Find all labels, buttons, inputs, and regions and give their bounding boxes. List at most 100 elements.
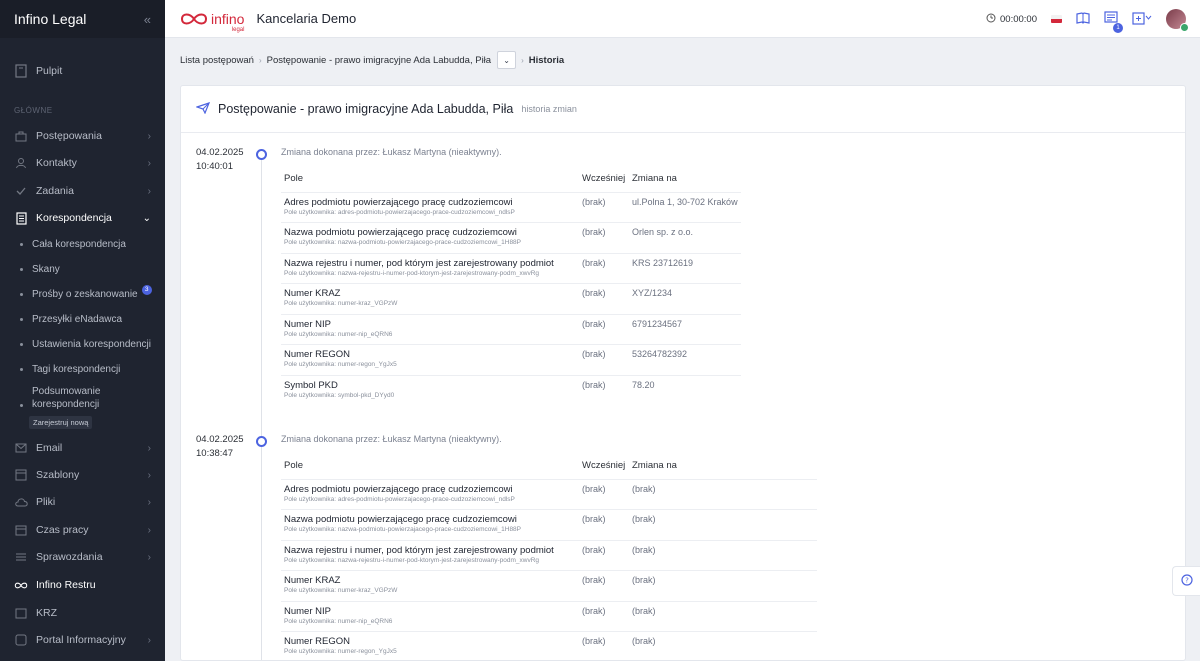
- sidebar-subitem[interactable]: Prośby o zeskanowanie 3: [20, 284, 152, 300]
- field-key: Pole użytkownika: nazwa-rejestru-i-numer…: [284, 556, 540, 564]
- breadcrumb-item-list[interactable]: Lista postępowań: [180, 55, 254, 66]
- sidebar-subitem-label: Ustawienia korespondencji: [32, 339, 151, 350]
- user-avatar[interactable]: [1166, 9, 1189, 32]
- entry-date: 04.02.2025: [196, 147, 244, 158]
- value-before: (brak): [579, 570, 629, 601]
- infino-logo[interactable]: infino legal: [179, 10, 245, 33]
- value-after: XYZ/1234: [629, 283, 741, 314]
- sidebar-subitem[interactable]: Podsumowanie korespondencji: [20, 385, 142, 411]
- breadcrumb-item-case[interactable]: Postępowanie - prawo imigracyjne Ada Lab…: [267, 55, 491, 66]
- polish-flag-icon[interactable]: [1051, 15, 1062, 23]
- sidebar-subitem[interactable]: Skany: [20, 264, 60, 275]
- column-header-field: Pole: [284, 173, 304, 185]
- sidebar-item-label: Infino Restru: [36, 579, 96, 591]
- sidebar-item-pulpit[interactable]: Pulpit: [0, 58, 165, 84]
- sidebar-item-pliki[interactable]: Pliki ›: [0, 489, 165, 515]
- value-after: 6791234567: [629, 313, 741, 345]
- sidebar-item-label: Szablony: [36, 469, 80, 481]
- sidebar-item-portal-informacyjny[interactable]: Portal Informacyjny ›: [0, 627, 165, 653]
- timeline-line: [261, 156, 262, 660]
- field-name: Numer KRAZ: [284, 288, 341, 299]
- table-row: Numer KRAZ Pole użytkownika: numer-kraz_V…: [281, 283, 741, 314]
- help-button[interactable]: ?: [1172, 566, 1200, 596]
- field-name: Numer NIP: [284, 605, 331, 617]
- entry-time: 10:38:47: [196, 448, 233, 459]
- breadcrumb-separator-icon: ›: [521, 55, 524, 65]
- field-key: Pole użytkownika: nazwa-podmiotu-powierz…: [284, 526, 522, 533]
- sidebar-subitem[interactable]: Tagi korespondencji: [20, 364, 120, 375]
- chevron-right-icon: ›: [147, 634, 151, 646]
- work-timer[interactable]: 00:00:00: [986, 13, 1037, 26]
- chevron-right-icon: ›: [147, 524, 151, 536]
- sidebar-subitem[interactable]: Cała korespondencja: [20, 239, 126, 250]
- table-row: Numer REGON Pole użytkownika: numer-regon…: [281, 631, 817, 660]
- sidebar-item-label: Pulpit: [36, 65, 63, 77]
- field-key: Pole użytkownika: numer-kraz_VGPzW: [284, 587, 398, 594]
- sidebar-item-label: Postępowania: [36, 130, 102, 142]
- value-after: (brak): [629, 570, 817, 601]
- chevron-down-icon: ⌄: [503, 55, 510, 65]
- sidebar-subitem-label: Prośby o zeskanowanie: [32, 289, 138, 300]
- table-row: Nazwa podmiotu powierzającego pracę cudz…: [281, 222, 741, 253]
- chevron-right-icon: ›: [147, 185, 151, 197]
- sidebar-item-korespondencja[interactable]: Korespondencja ⌄: [0, 205, 165, 231]
- field-key: Pole użytkownika: symbol-pkd_DYyd0: [284, 391, 395, 399]
- entry-datetime: 04.02.2025 10:38:47: [196, 433, 244, 461]
- template-icon: [14, 468, 28, 482]
- breadcrumb-separator-icon: ›: [258, 55, 262, 65]
- value-before: (brak): [579, 252, 629, 284]
- field-cell: Numer REGON Pole użytkownika: numer-regon…: [281, 344, 579, 375]
- logo-text: infino: [211, 10, 245, 27]
- sidebar-item-czas-pracy[interactable]: Czas pracy ›: [0, 517, 165, 543]
- field-key: Pole użytkownika: numer-nip_eQRN6: [284, 330, 393, 338]
- field-name: Numer REGON: [284, 349, 350, 360]
- sidebar-subitem-label: Cała korespondencja: [32, 239, 126, 250]
- sidebar-item-label: Pliki: [36, 496, 56, 508]
- chevron-right-icon: ›: [147, 469, 151, 481]
- sidebar-item-infino-restru[interactable]: Infino Restru: [0, 572, 165, 598]
- field-cell: Numer NIP Pole użytkownika: numer-nip_eQR…: [281, 313, 579, 345]
- report-icon: [14, 550, 28, 564]
- field-name: Numer REGON: [284, 636, 350, 647]
- page-title: Postępowanie - prawo imigracyjne Ada Lab…: [218, 102, 514, 116]
- brand-name: Infino Legal: [14, 11, 87, 27]
- dashboard-icon: [14, 64, 28, 78]
- notes-icon[interactable]: 1: [1104, 10, 1123, 33]
- book-icon[interactable]: [1076, 11, 1090, 27]
- sidebar-item-label: Sprawozdania: [36, 551, 103, 563]
- field-name: Nazwa rejestru i numer, pod którym jest …: [284, 257, 554, 269]
- topbar: infino legal Kancelaria Demo 00:00:00 1: [165, 0, 1200, 38]
- sidebar-subitem[interactable]: Ustawienia korespondencji: [20, 339, 151, 350]
- sidebar-item-email[interactable]: Email ›: [0, 435, 165, 461]
- register-new-button[interactable]: Zarejestruj nową: [29, 416, 93, 429]
- value-before: (brak): [579, 631, 629, 660]
- chevron-right-icon: ›: [147, 551, 151, 563]
- sidebar: Infino Legal « Pulpit GŁÓWNE Postępowani…: [0, 0, 165, 661]
- cloud-icon: [14, 495, 28, 509]
- table-header-row: Pole Wcześniej Zmiana na: [281, 166, 741, 192]
- collapse-sidebar-icon[interactable]: «: [144, 12, 151, 27]
- case-dropdown-button[interactable]: ⌄: [497, 51, 517, 69]
- column-header-before: Wcześniej: [582, 173, 626, 185]
- chevron-right-icon: ›: [147, 130, 151, 142]
- field-name: Adres podmiotu powierzającego pracę cudz…: [284, 483, 513, 495]
- sidebar-item-krz[interactable]: KRZ: [0, 600, 165, 626]
- sidebar-item-sprawozdania[interactable]: Sprawozdania ›: [0, 544, 165, 570]
- sidebar-item-postępowania[interactable]: Postępowania ›: [0, 123, 165, 149]
- sidebar-section-label: GŁÓWNE: [14, 106, 53, 115]
- sidebar-item-label: Czas pracy: [36, 524, 89, 536]
- field-key: Pole użytkownika: adres-podmiotu-powierz…: [284, 208, 515, 216]
- add-menu-icon[interactable]: [1132, 11, 1152, 28]
- value-after: (brak): [629, 539, 817, 571]
- value-after: (brak): [629, 478, 817, 510]
- sidebar-subitem[interactable]: Przesyłki eNadawca: [20, 314, 122, 325]
- table-row: Numer NIP Pole użytkownika: numer-nip_eQR…: [281, 313, 741, 345]
- paper-plane-icon: [195, 101, 211, 117]
- sidebar-item-kontakty[interactable]: Kontakty ›: [0, 150, 165, 176]
- briefcase-icon: [14, 129, 28, 143]
- sidebar-item-zadania[interactable]: Zadania ›: [0, 178, 165, 204]
- sidebar-item-szablony[interactable]: Szablony ›: [0, 462, 165, 488]
- sidebar-item-label: KRZ: [36, 607, 57, 619]
- field-key: Pole użytkownika: nazwa-rejestru-i-numer…: [284, 269, 540, 277]
- breadcrumb-current: Historia: [528, 54, 565, 66]
